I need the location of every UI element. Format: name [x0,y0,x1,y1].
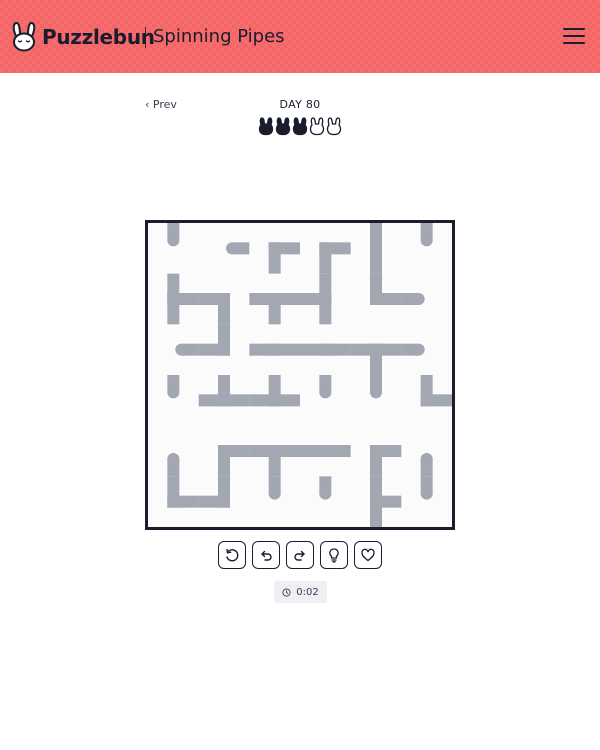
pipe-tile[interactable] [351,375,402,426]
pipe-tile[interactable] [401,324,452,375]
pipe-tile[interactable] [249,274,300,325]
pipe-tile[interactable] [351,426,402,477]
game-title: Spinning Pipes [153,26,285,47]
clock-icon [282,587,291,597]
undo-icon [261,550,272,561]
pipe-tile[interactable] [300,223,351,274]
pipe-tile[interactable] [350,324,402,375]
hint-button[interactable] [320,541,348,569]
pipe-tile[interactable] [401,426,452,477]
pipe-tile[interactable] [401,223,452,274]
bunny-head-icon [258,117,274,136]
pipe-tile[interactable] [148,375,199,426]
home-logo-link[interactable]: Puzzlebun [10,22,155,52]
pipe-tile[interactable] [148,223,199,274]
pipe-tile[interactable] [300,476,351,527]
heart-icon [361,548,375,562]
pipe-tile[interactable] [351,273,402,325]
pipe-tile[interactable] [198,375,250,426]
difficulty-rating [258,116,344,138]
redo-icon [294,550,305,561]
pipe-tile[interactable] [401,476,452,527]
site-header: Puzzlebun Spinning Pipes [0,0,600,73]
game-controls [218,541,382,569]
timer: 0:02 [274,581,327,603]
pipe-tile[interactable] [198,476,250,527]
bunny-head-icon [326,117,342,136]
timer-value: 0:02 [296,586,319,598]
pipe-tile[interactable] [249,324,300,375]
pipe-tile[interactable] [198,324,250,375]
bunny-head-icon [309,117,325,136]
bunny-logo-icon [12,22,36,52]
bunny-head-icon [292,117,308,136]
pipe-tile[interactable] [401,274,452,325]
pipe-tile[interactable] [148,324,199,375]
day-label: DAY 80 [279,98,321,111]
pipe-tile[interactable] [148,273,199,325]
pipe-tile[interactable] [148,476,199,527]
pipe-tile[interactable] [351,476,402,527]
prev-day-link[interactable]: ‹ Prev [145,98,177,111]
pipe-grid[interactable] [148,223,452,527]
pipe-tile[interactable] [300,426,351,477]
undo-button[interactable] [252,541,280,569]
pipe-tile[interactable] [249,476,300,527]
bunny-head-icon [275,117,291,136]
restart-icon [226,548,239,562]
pipe-tile[interactable] [401,375,452,426]
pipe-tile[interactable] [249,223,300,274]
puzzle-board[interactable] [145,220,455,530]
pipe-tile[interactable] [199,426,250,477]
brand-name: Puzzlebun [42,25,155,49]
hamburger-menu-icon[interactable] [563,27,585,45]
favorite-button[interactable] [354,541,382,569]
pipe-tile[interactable] [199,223,250,274]
lightbulb-icon [329,548,339,563]
pipe-tile[interactable] [148,426,199,477]
pipe-tile[interactable] [300,375,351,426]
redo-button[interactable] [286,541,314,569]
pipe-tile[interactable] [249,426,300,477]
pipe-tile[interactable] [249,375,300,426]
restart-button[interactable] [218,541,246,569]
pipe-tile[interactable] [300,324,351,375]
title-divider [145,27,146,48]
pipe-tile[interactable] [198,274,250,325]
pipe-tile[interactable] [300,273,351,325]
pipe-tile[interactable] [351,223,402,274]
